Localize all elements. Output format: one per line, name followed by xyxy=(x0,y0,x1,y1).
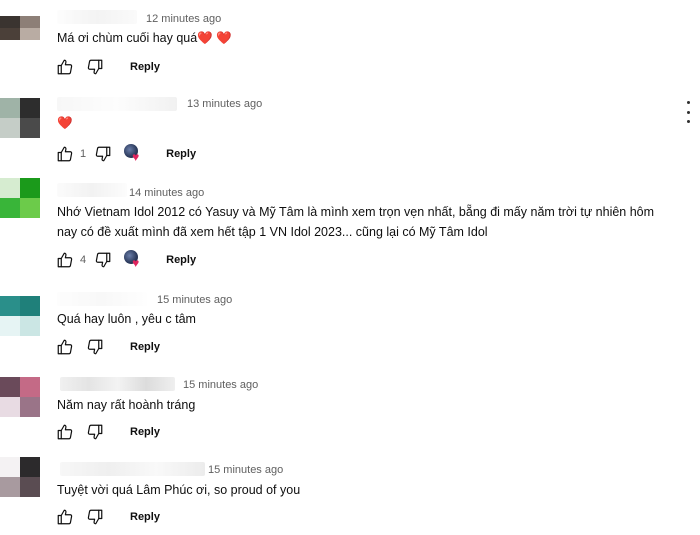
comment-timestamp[interactable]: 15 minutes ago xyxy=(183,378,258,392)
thumbs-up-icon[interactable] xyxy=(54,249,76,271)
author-name[interactable] xyxy=(60,462,205,476)
comment-text: Năm nay rất hoành tráng xyxy=(57,398,196,412)
thumbs-down-icon[interactable] xyxy=(84,506,106,528)
comment-actions: 4 ♥ Reply xyxy=(54,249,196,271)
reply-button[interactable]: Reply xyxy=(130,61,160,73)
thumbs-down-icon[interactable] xyxy=(84,421,106,443)
comment-timestamp[interactable]: 13 minutes ago xyxy=(187,97,262,111)
reply-button[interactable]: Reply xyxy=(166,148,196,160)
heart-emoji: ❤️ ❤️ xyxy=(197,31,232,45)
avatar[interactable] xyxy=(0,377,40,417)
more-vert-icon[interactable] xyxy=(683,101,693,123)
avatar[interactable] xyxy=(0,296,40,336)
reply-button[interactable]: Reply xyxy=(130,426,160,438)
menu-dot xyxy=(686,110,690,114)
comment-timestamp[interactable]: 15 minutes ago xyxy=(157,293,232,307)
thumbs-up-icon[interactable] xyxy=(54,143,76,165)
comment-text: Má ơi chùm cuối hay quá❤️ ❤️ xyxy=(57,31,232,45)
comment-actions: Reply xyxy=(54,336,160,358)
creator-heart-icon: ♥ xyxy=(124,249,146,271)
author-name[interactable] xyxy=(57,97,177,111)
thumbs-up-icon[interactable] xyxy=(54,56,76,78)
thumbs-up-icon[interactable] xyxy=(54,336,76,358)
thumbs-down-icon[interactable] xyxy=(84,56,106,78)
avatar[interactable] xyxy=(0,98,40,138)
comment-timestamp[interactable]: 12 minutes ago xyxy=(146,12,221,26)
reply-button[interactable]: Reply xyxy=(130,511,160,523)
avatar[interactable] xyxy=(0,178,40,218)
heart-icon: ♥ xyxy=(132,256,140,270)
avatar[interactable] xyxy=(0,457,40,497)
thumbs-down-icon[interactable] xyxy=(92,249,114,271)
like-count: 4 xyxy=(80,254,87,266)
comment-timestamp[interactable]: 15 minutes ago xyxy=(208,463,283,477)
menu-dot xyxy=(686,120,690,123)
author-name[interactable] xyxy=(57,183,127,197)
comment-text: Nhớ Vietnam Idol 2012 có Yasuy và Mỹ Tâm… xyxy=(57,205,655,239)
comment-text: ❤️ xyxy=(57,113,677,133)
heart-emoji: ❤️ xyxy=(57,116,73,130)
thumbs-down-icon[interactable] xyxy=(92,143,114,165)
reply-button[interactable]: Reply xyxy=(130,341,160,353)
heart-icon: ♥ xyxy=(132,150,140,164)
comment-actions: Reply xyxy=(54,506,160,528)
comment-text: Tuyệt vời quá Lâm Phúc ơi, so proud of y… xyxy=(57,483,301,497)
comment-text: Quá hay luôn , yêu c tâm xyxy=(57,312,196,326)
comment-actions: Reply xyxy=(54,56,160,78)
menu-dot xyxy=(686,101,690,104)
author-name[interactable] xyxy=(57,10,137,24)
comment-actions: Reply xyxy=(54,421,160,443)
avatar[interactable] xyxy=(0,16,40,40)
thumbs-up-icon[interactable] xyxy=(54,421,76,443)
author-name[interactable] xyxy=(57,292,147,306)
comment-timestamp[interactable]: 14 minutes ago xyxy=(129,186,204,200)
comment-actions: 1 ♥ Reply xyxy=(54,143,196,165)
author-name[interactable] xyxy=(60,377,175,391)
thumbs-down-icon[interactable] xyxy=(84,336,106,358)
like-count: 1 xyxy=(80,148,87,160)
reply-button[interactable]: Reply xyxy=(166,254,196,266)
creator-heart-icon: ♥ xyxy=(124,143,146,165)
thumbs-up-icon[interactable] xyxy=(54,506,76,528)
